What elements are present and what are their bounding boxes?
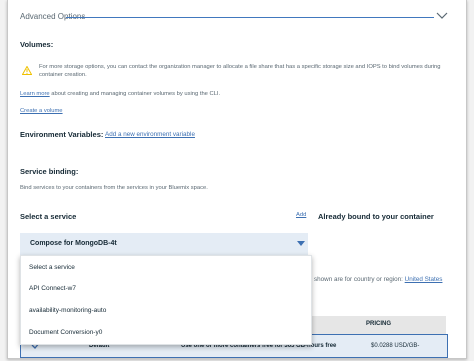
pricing-header: PRICING — [366, 321, 392, 327]
caret-down-icon[interactable] — [297, 241, 305, 246]
dropdown-option[interactable]: availability-monitoring-auto — [29, 307, 106, 314]
create-volume-link[interactable]: Create a volume — [20, 107, 63, 115]
learn-more-link[interactable]: Learn more — [20, 91, 50, 97]
learn-more-line: Learn more about creating and managing c… — [20, 90, 220, 98]
dropdown-option[interactable]: Document Conversion-y0 — [29, 329, 102, 336]
service-binding-description: Bind services to your containers from th… — [20, 185, 208, 191]
volumes-heading: Volumes: — [20, 40, 54, 49]
section-divider — [66, 17, 434, 18]
plan-price: $0.0288 USD/GB- — [371, 343, 420, 349]
region-note: shown are for country or region: United … — [314, 276, 442, 284]
warning-icon — [22, 66, 32, 75]
service-binding-heading: Service binding: — [20, 167, 79, 176]
region-link[interactable]: United States — [405, 276, 443, 283]
region-note-text: shown are for country or region: — [314, 276, 403, 283]
env-variables-heading: Environment Variables: — [20, 130, 104, 139]
add-env-variable-link[interactable]: Add a new environment variable — [105, 131, 195, 139]
service-select-value: Compose for MongoDB-4t — [30, 240, 117, 247]
volumes-warning-text: For more storage options, you can contac… — [39, 64, 441, 78]
advanced-options-panel: Advanced Options Volumes: For more stora… — [7, 0, 467, 359]
already-bound-heading: Already bound to your container — [318, 212, 434, 221]
service-select[interactable]: Compose for MongoDB-4t — [20, 233, 308, 256]
dropdown-option[interactable]: API Connect-w7 — [29, 285, 76, 292]
learn-more-text: about creating and managing container vo… — [51, 91, 221, 97]
dropdown-option[interactable]: Select a service — [29, 264, 75, 271]
chevron-up-icon[interactable] — [436, 12, 448, 20]
pricing-table-header: PRICING — [310, 316, 446, 334]
add-service-link[interactable]: Add — [296, 211, 306, 219]
select-service-label: Select a service — [20, 212, 77, 221]
service-dropdown-menu: Select a service API Connect-w7 availabi… — [20, 255, 312, 345]
